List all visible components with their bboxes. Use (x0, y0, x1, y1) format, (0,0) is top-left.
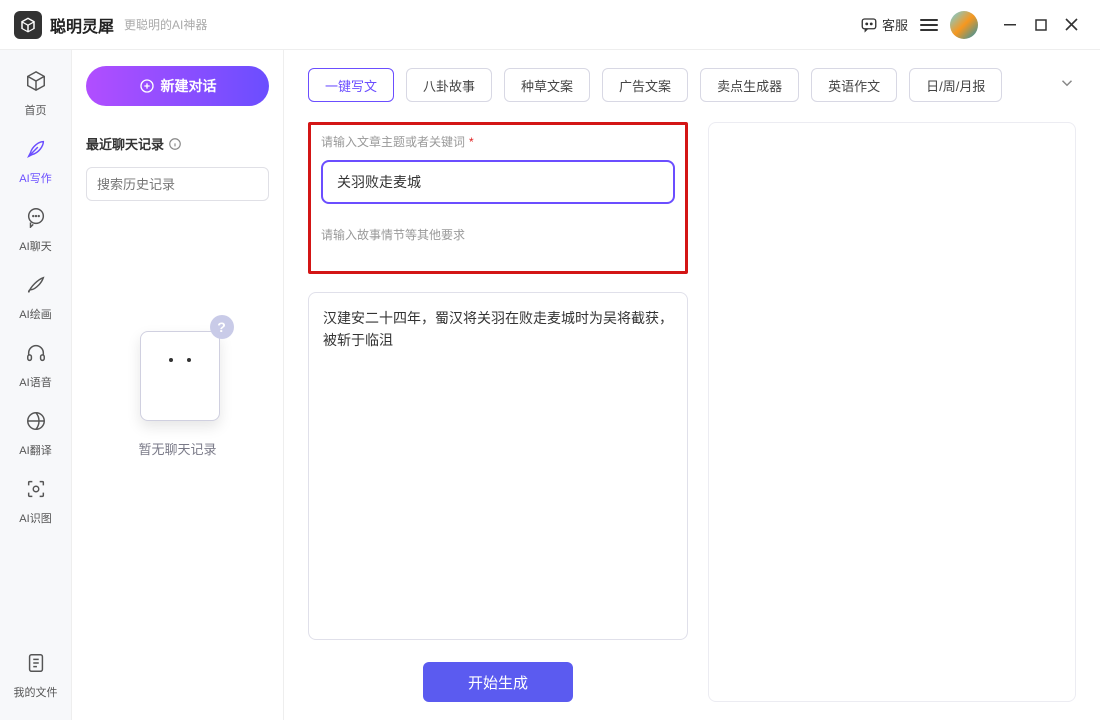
nav-ai-chat[interactable]: AI聊天 (6, 196, 66, 264)
info-icon (168, 137, 182, 151)
topic-label: 请输入文章主题或者关键词* (321, 133, 675, 150)
nav-label: AI写作 (19, 170, 51, 186)
brush-icon (25, 274, 47, 302)
close-button[interactable] (1056, 10, 1086, 40)
nav-ai-writing[interactable]: AI写作 (6, 128, 66, 196)
tab-report[interactable]: 日/周/月报 (909, 68, 1002, 102)
empty-illustration: ? (128, 321, 228, 421)
chevron-down-icon (1058, 74, 1076, 92)
avatar[interactable] (950, 11, 978, 39)
required-mark: * (469, 135, 474, 149)
detail-label: 请输入故事情节等其他要求 (321, 226, 675, 243)
maximize-button[interactable] (1026, 10, 1056, 40)
translate-icon (25, 410, 47, 438)
tab-gossip-story[interactable]: 八卦故事 (406, 68, 492, 102)
minimize-button[interactable] (996, 10, 1026, 40)
app-tagline: 更聪明的AI神器 (124, 16, 207, 33)
nav-ai-ocr[interactable]: AI识图 (6, 468, 66, 536)
new-chat-label: 新建对话 (161, 76, 217, 96)
chat-icon (25, 206, 47, 234)
headset-icon (25, 342, 47, 370)
input-form: 请输入文章主题或者关键词* 请输入故事情节等其他要求 开始生成 (308, 122, 688, 702)
scan-icon (25, 478, 47, 506)
nav-label: AI语音 (19, 374, 51, 390)
nav-label: 首页 (25, 102, 47, 118)
recent-title: 最近聊天记录 (86, 134, 269, 153)
empty-text: 暂无聊天记录 (138, 439, 216, 458)
support-label: 客服 (882, 15, 908, 34)
tab-english-essay[interactable]: 英语作文 (811, 68, 897, 102)
chat-icon (860, 16, 878, 34)
history-column: 新建对话 最近聊天记录 ? 暂无聊天记录 (72, 50, 284, 720)
nav-ai-translate[interactable]: AI翻译 (6, 400, 66, 468)
nav-my-files[interactable]: 我的文件 (6, 642, 66, 710)
history-search[interactable] (86, 167, 269, 201)
nav-label: AI聊天 (19, 238, 51, 254)
tabs-expand[interactable] (1058, 74, 1076, 97)
nav-label: AI识图 (19, 510, 51, 526)
output-panel (708, 122, 1076, 702)
new-chat-button[interactable]: 新建对话 (86, 66, 269, 106)
history-search-input[interactable] (97, 177, 273, 192)
tab-ad-copy[interactable]: 广告文案 (602, 68, 688, 102)
template-tabs: 一键写文 八卦故事 种草文案 广告文案 卖点生成器 英语作文 日/周/月报 (308, 68, 1076, 102)
nav-label: AI翻译 (19, 442, 51, 458)
nav-ai-paint[interactable]: AI绘画 (6, 264, 66, 332)
titlebar: 聪明灵犀 更聪明的AI神器 客服 (0, 0, 1100, 50)
menu-icon[interactable] (920, 19, 938, 31)
home-icon (25, 70, 47, 98)
nav-home[interactable]: 首页 (6, 60, 66, 128)
feather-icon (25, 138, 47, 166)
support-button[interactable]: 客服 (860, 15, 908, 34)
plus-icon (139, 78, 155, 94)
file-icon (25, 652, 47, 680)
nav-label: 我的文件 (14, 684, 58, 700)
tab-quick-write[interactable]: 一键写文 (308, 68, 394, 102)
highlighted-region: 请输入文章主题或者关键词* 请输入故事情节等其他要求 (308, 122, 688, 274)
topic-input[interactable] (321, 160, 675, 204)
tab-selling-points[interactable]: 卖点生成器 (700, 68, 799, 102)
nav-ai-voice[interactable]: AI语音 (6, 332, 66, 400)
app-name: 聪明灵犀 (50, 13, 114, 37)
tab-seeding-copy[interactable]: 种草文案 (504, 68, 590, 102)
left-nav: 首页 AI写作 AI聊天 AI绘画 AI语音 AI翻译 AI识图 我 (0, 50, 72, 720)
generate-button[interactable]: 开始生成 (423, 662, 573, 702)
nav-label: AI绘画 (19, 306, 51, 322)
app-logo-icon (14, 11, 42, 39)
detail-textarea[interactable] (308, 292, 688, 640)
main-area: 一键写文 八卦故事 种草文案 广告文案 卖点生成器 英语作文 日/周/月报 请输… (284, 50, 1100, 720)
